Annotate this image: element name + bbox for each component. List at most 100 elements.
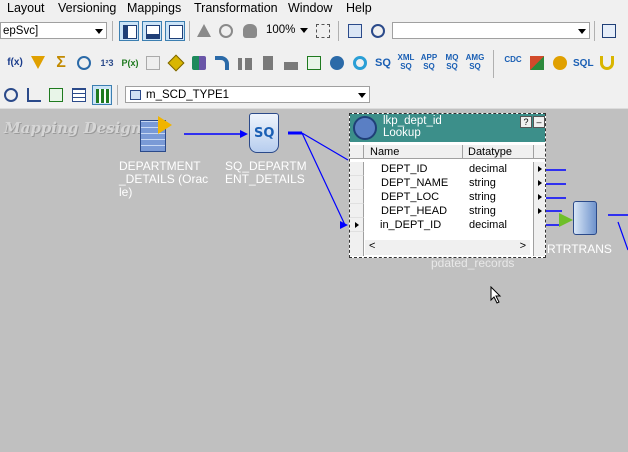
zoom-pointer-button[interactable]	[216, 21, 236, 41]
output-port[interactable]	[533, 190, 545, 204]
xml-generator-button[interactable]	[350, 53, 370, 73]
propagate-button[interactable]	[46, 85, 66, 105]
joiner-button[interactable]	[166, 53, 186, 73]
sql-transformation-button[interactable]: SQL	[573, 53, 594, 73]
scroll-right-icon[interactable]: >	[520, 240, 526, 252]
sorter-button[interactable]	[304, 53, 324, 73]
port-datatype: decimal	[469, 163, 507, 175]
row-selector[interactable]	[350, 176, 364, 190]
chevron-down-icon[interactable]	[358, 93, 366, 98]
row-selector[interactable]	[350, 204, 364, 218]
source-qualifier-node[interactable]: SQ	[249, 113, 279, 153]
output-port[interactable]	[533, 162, 545, 176]
mapplet-input-icon	[284, 62, 298, 70]
union-button[interactable]	[597, 53, 617, 73]
output-port[interactable]	[533, 218, 545, 232]
app-sq-button[interactable]: APP SQ	[419, 49, 439, 77]
normalizer-icon	[263, 56, 273, 70]
aggregator-button[interactable]: Σ	[51, 53, 71, 73]
fit-to-window-button[interactable]	[313, 21, 333, 41]
filter-button[interactable]	[28, 53, 48, 73]
sq-label-line: ENT_DETAILS	[225, 172, 305, 186]
zoom-combo[interactable]: 100%	[264, 22, 310, 39]
toolbar-transformations: f(x) Σ 1²3 P(x) SQ XML SQ APP SQ MQ SQ A…	[0, 44, 628, 83]
port-row[interactable]: DEPT_HEAD string	[350, 204, 545, 218]
port-row[interactable]: DEPT_LOC string	[350, 190, 545, 204]
menu-layout[interactable]: Layout	[7, 1, 45, 15]
port-row[interactable]: DEPT_ID decimal	[350, 162, 545, 176]
stored-procedure-button[interactable]: P(x)	[120, 53, 140, 73]
port-row[interactable]: DEPT_NAME string	[350, 176, 545, 190]
menu-transformation[interactable]: Transformation	[194, 1, 278, 15]
lookup-button[interactable]	[74, 53, 94, 73]
overview-toggle-button[interactable]	[165, 21, 185, 41]
expression-button[interactable]: f(x)	[5, 53, 25, 73]
output-toggle-button[interactable]	[142, 21, 162, 41]
lookup-header[interactable]: lkp_dept_id Lookup ? –	[350, 114, 545, 142]
chevron-down-icon[interactable]	[300, 28, 308, 33]
router-button[interactable]	[189, 53, 209, 73]
mapplet-input-button[interactable]	[281, 53, 301, 73]
update-strategy-button[interactable]	[212, 53, 232, 73]
sequence-icon: 1²3	[100, 58, 114, 68]
router-node[interactable]	[559, 199, 599, 235]
menu-window[interactable]: Window	[288, 1, 332, 15]
find-in-workspace-button[interactable]	[368, 21, 388, 41]
lookup-help-button[interactable]: ?	[520, 116, 532, 128]
grid-icon	[72, 88, 86, 102]
xml-sq-button[interactable]: XML SQ	[396, 49, 416, 77]
normalizer-button[interactable]	[258, 53, 278, 73]
link-path-button[interactable]	[92, 85, 112, 105]
lookup-transformation[interactable]: lkp_dept_id Lookup ? – Name Datatype DEP…	[349, 113, 546, 258]
port-name: DEPT_ID	[381, 163, 428, 175]
output-port[interactable]	[533, 176, 545, 190]
mq-sq-button[interactable]: MQ SQ	[442, 49, 462, 77]
output-port[interactable]	[533, 204, 545, 218]
chevron-down-icon[interactable]	[578, 29, 586, 34]
source-qualifier-button[interactable]: SQ	[373, 53, 393, 73]
chevron-down-icon[interactable]	[95, 29, 103, 34]
column-header-datatype[interactable]: Datatype	[463, 145, 533, 159]
arrange-all-button[interactable]	[1, 85, 21, 105]
propagate-icon	[49, 88, 63, 102]
filter-icon	[31, 56, 45, 69]
workspace-watermark: Mapping Designer	[4, 119, 160, 137]
row-selector[interactable]	[350, 218, 364, 232]
row-selector[interactable]	[350, 190, 364, 204]
mapplet-button[interactable]	[527, 53, 547, 73]
mapping-combo[interactable]: m_SCD_TYPE1	[125, 86, 370, 103]
horizontal-scrollbar[interactable]: < >	[365, 240, 530, 255]
column-header-name[interactable]: Name	[364, 145, 463, 159]
cdc-button[interactable]: CDC	[503, 53, 523, 73]
menu-mappings[interactable]: Mappings	[127, 1, 181, 15]
sequence-generator-button[interactable]: 1²3	[97, 53, 117, 73]
source-label-line: le)	[119, 185, 133, 199]
transaction-control-button[interactable]	[143, 53, 163, 73]
expression-icon: f(x)	[7, 57, 23, 68]
port-row[interactable]: in_DEPT_ID decimal	[350, 218, 545, 232]
port-name: DEPT_LOC	[381, 191, 440, 203]
pan-tool-button[interactable]	[240, 21, 260, 41]
rank-button[interactable]	[235, 53, 255, 73]
find-combo[interactable]	[392, 22, 590, 39]
menu-help[interactable]: Help	[346, 1, 372, 15]
row-selector[interactable]	[350, 162, 364, 176]
menu-versioning[interactable]: Versioning	[58, 1, 116, 15]
lookup-minimize-button[interactable]: –	[533, 116, 545, 128]
arrange-button[interactable]	[599, 21, 619, 41]
grid-button[interactable]	[69, 85, 89, 105]
search-button[interactable]	[345, 21, 365, 41]
pointer-tool-button[interactable]	[194, 21, 214, 41]
source-definition-node[interactable]	[140, 116, 174, 154]
scroll-left-icon[interactable]: <	[369, 240, 375, 252]
service-combo[interactable]: epSvc]	[0, 22, 107, 39]
row-header-corner	[350, 145, 364, 159]
find-icon	[371, 24, 385, 38]
amg-sq-button[interactable]: AMG SQ	[465, 49, 485, 77]
autolink-button[interactable]	[24, 85, 44, 105]
sorter-icon	[307, 56, 321, 70]
navigator-toggle-button[interactable]	[119, 21, 139, 41]
custom-transformation-button[interactable]	[550, 53, 570, 73]
external-procedure-button[interactable]	[327, 53, 347, 73]
service-combo-value: epSvc]	[3, 25, 39, 37]
